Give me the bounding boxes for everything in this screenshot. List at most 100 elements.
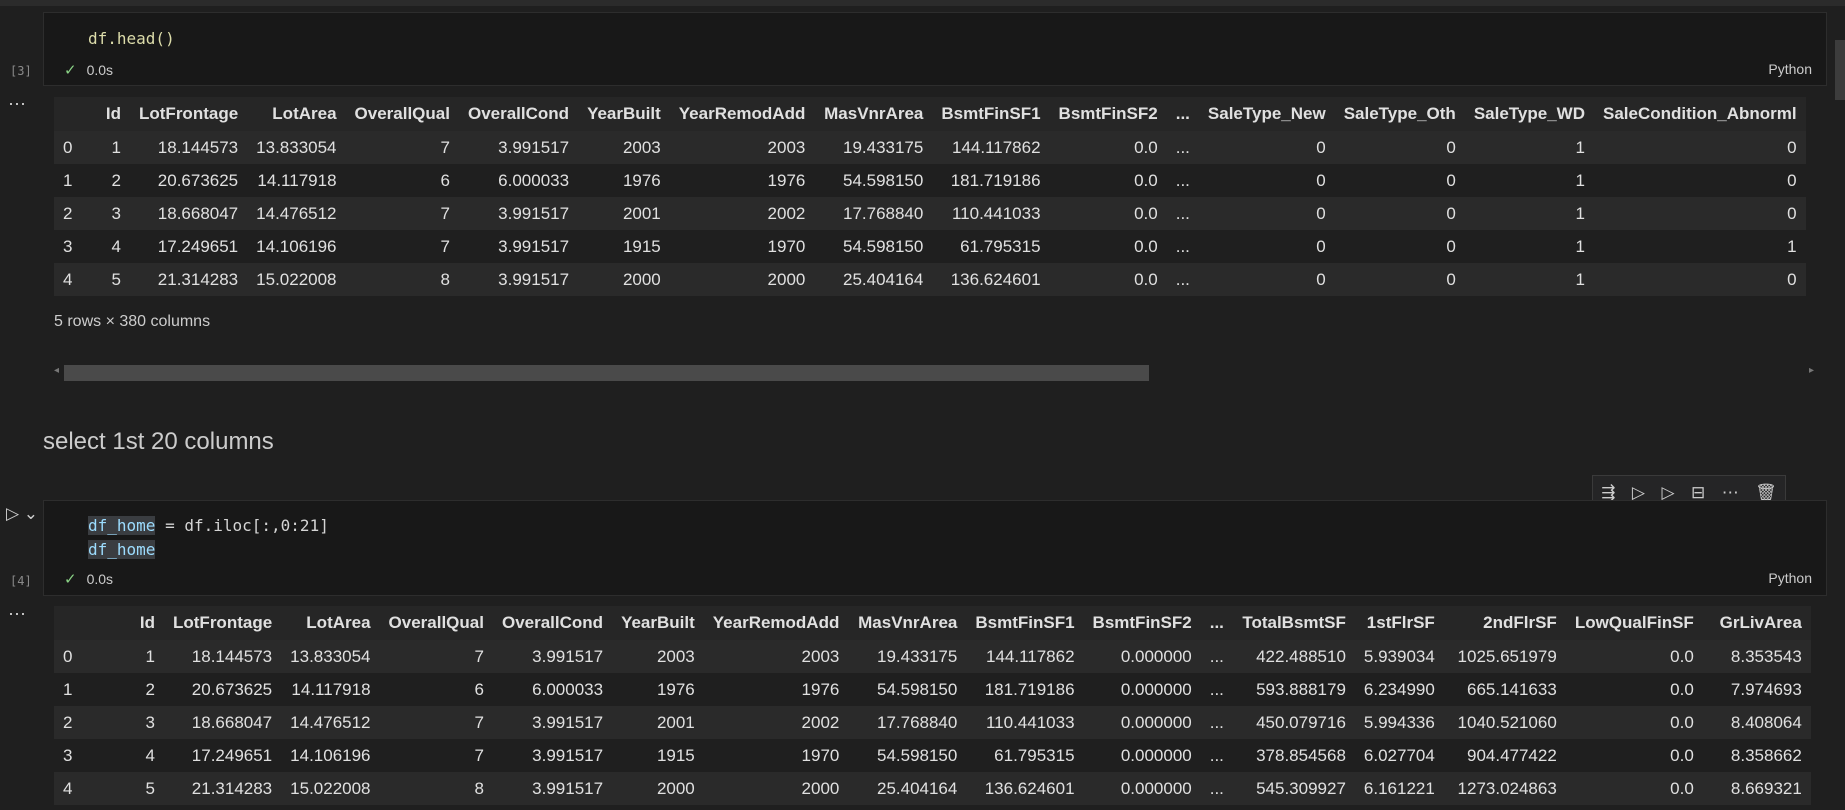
table-cell: 2003 [767, 137, 806, 157]
table-cell: 17.249651 [157, 236, 239, 256]
table-cell: 2002 [767, 203, 806, 223]
table-cell: 422.488510 [1256, 646, 1346, 666]
table-cell: 6.027704 [1363, 745, 1435, 765]
table-cell: 0.0 [1670, 646, 1694, 666]
row-index: 1 [63, 679, 73, 699]
column-header: LotFrontage [139, 104, 239, 123]
table-cell: 7 [440, 137, 450, 157]
table-cell: 5.939034 [1363, 646, 1435, 666]
table-cell: 6.234990 [1363, 679, 1435, 699]
table-cell: 0.000000 [1120, 646, 1192, 666]
table-cell: 3 [145, 712, 155, 732]
table-cell: 54.598150 [842, 236, 924, 256]
table-cell: 8.358662 [1730, 745, 1802, 765]
index-header [54, 97, 92, 131]
table-cell: 54.598150 [842, 170, 924, 190]
table-cell: 2000 [622, 269, 661, 289]
scroll-right-icon[interactable]: ▸ [1809, 365, 1814, 376]
table-cell: 181.719186 [950, 170, 1041, 190]
check-icon: ✓ [64, 62, 77, 79]
table-cell: 0.000000 [1120, 778, 1192, 798]
table-cell: 136.624601 [984, 778, 1075, 798]
table-cell: ... [1209, 646, 1224, 666]
exec-time: 0.0s [86, 571, 114, 587]
table-cell: 2000 [801, 778, 840, 798]
table-cell: 5 [111, 269, 121, 289]
table-cell: 18.668047 [191, 712, 273, 732]
table-cell: 0 [1446, 170, 1456, 190]
horizontal-scrollbar[interactable]: ◂ ▸ [54, 364, 1814, 382]
output-more-icon[interactable]: ⋯ [8, 604, 27, 625]
column-header: BsmtFinSF2 [1058, 104, 1158, 123]
table-cell: 1025.651979 [1457, 646, 1557, 666]
row-index: 0 [63, 646, 73, 666]
table-cell: 7 [440, 203, 450, 223]
table-cell: 2001 [656, 712, 695, 732]
table-row: 4 5 21.314283 15.022008 8 3.991517 2000 2000 25.… [54, 263, 1806, 296]
column-header: YearRemodAdd [712, 613, 840, 632]
table-cell: 4 [111, 236, 121, 256]
shape-note: 5 rows × 380 columns [54, 313, 211, 330]
table-cell: 545.309927 [1256, 778, 1346, 798]
code-cell[interactable]: df_home = df.iloc[:,0:21] df_home ✓ 0.0s … [43, 500, 1827, 596]
code-editor[interactable]: df.head() [88, 27, 175, 51]
table-cell: 0 [1446, 269, 1456, 289]
vertical-scrollbar[interactable] [1835, 40, 1845, 100]
run-icon[interactable]: ▷ ⌄ [6, 504, 38, 524]
column-header: Id [105, 104, 121, 123]
table-cell: 1273.024863 [1457, 778, 1557, 798]
table-cell: 0 [1446, 137, 1456, 157]
table-cell: 1 [1575, 137, 1585, 157]
table-cell: ... [1175, 170, 1190, 190]
row-index: 1 [63, 170, 73, 190]
table-cell: 1976 [656, 679, 695, 699]
code-text: = df.iloc[:,0:21] [155, 516, 329, 535]
code-editor[interactable]: df_home = df.iloc[:,0:21] df_home [88, 514, 329, 562]
table-cell: 7 [474, 646, 484, 666]
scroll-left-icon[interactable]: ◂ [54, 365, 59, 376]
top-bar [0, 0, 1845, 6]
column-header: MasVnrArea [858, 613, 958, 632]
table-cell: 13.833054 [290, 646, 371, 666]
table-cell: 25.404164 [842, 269, 924, 289]
language-label[interactable]: Python [1768, 570, 1812, 586]
table-cell: 0 [1316, 236, 1326, 256]
column-header: LowQualFinSF [1574, 613, 1694, 632]
table-cell: 0.0 [1670, 745, 1694, 765]
table-cell: ... [1209, 679, 1224, 699]
row-index: 2 [63, 712, 73, 732]
table-row: 4 5 21.314283 15.022008 8 3.991517 2000 2000 25.… [54, 772, 1811, 805]
exec-time: 0.0s [86, 62, 114, 78]
column-header: YearBuilt [587, 104, 661, 123]
table-cell: 15.022008 [256, 269, 337, 289]
table-cell: 18.668047 [157, 203, 239, 223]
table-row: 3 4 17.249651 14.106196 7 3.991517 1915 1970 54.… [54, 739, 1811, 772]
table-cell: 0 [1787, 269, 1797, 289]
table-cell: 6 [474, 679, 484, 699]
table-cell: 2002 [801, 712, 840, 732]
table-cell: 2 [111, 170, 121, 190]
column-header: LotArea [272, 104, 337, 123]
table-cell: 8.353543 [1730, 646, 1802, 666]
code-cell[interactable]: df.head() ✓ 0.0s Python [43, 12, 1827, 86]
table-cell: 1915 [656, 745, 695, 765]
table-row: 1 2 20.673625 14.117918 6 6.000033 1976 1976 54.… [54, 673, 1811, 706]
language-label[interactable]: Python [1768, 61, 1812, 77]
table-cell: 54.598150 [876, 679, 958, 699]
table-cell: 0 [1446, 236, 1456, 256]
table-cell: 6.000033 [532, 679, 604, 699]
table-cell: 1976 [767, 170, 806, 190]
table-cell: 1 [111, 137, 121, 157]
table-cell: 21.314283 [191, 778, 273, 798]
table-cell: 1976 [801, 679, 840, 699]
table-cell: 110.441033 [951, 203, 1041, 223]
output-more-icon[interactable]: ⋯ [8, 94, 27, 115]
column-header: OverallQual [388, 613, 484, 632]
table-cell: 904.477422 [1466, 745, 1557, 765]
table-cell: 1 [145, 646, 155, 666]
table-cell: ... [1175, 137, 1190, 157]
table-cell: 61.795315 [994, 745, 1075, 765]
column-header: OverallQual [354, 104, 450, 123]
scrollbar-thumb[interactable] [64, 365, 1149, 381]
table-cell: 1 [1575, 170, 1585, 190]
